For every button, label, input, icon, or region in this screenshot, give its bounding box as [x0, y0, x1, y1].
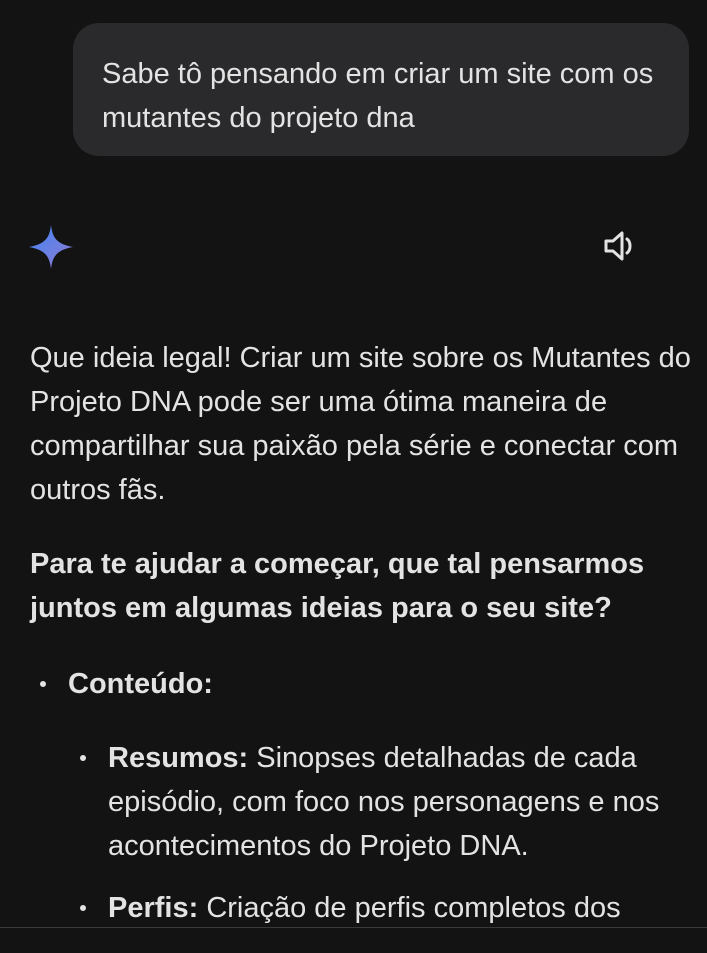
- response-paragraph: Que ideia legal! Criar um site sobre os …: [30, 342, 691, 506]
- gemini-spark-icon: [28, 224, 74, 270]
- user-message-text: Sabe tô pensando em criar um site com os…: [102, 58, 654, 134]
- list-item-text: Criação de perfis completos dos: [198, 892, 621, 924]
- bullet-dot: [80, 755, 86, 761]
- list-item-title: Perfis:: [108, 892, 199, 924]
- assistant-response: Que ideia legal! Criar um site sobre os …: [30, 336, 698, 930]
- list-item: Resumos: Sinopses detalhadas de cada epi…: [30, 736, 698, 868]
- speaker-icon: [604, 231, 632, 261]
- list-item-label: Conteúdo:: [68, 668, 213, 700]
- list-item: Conteúdo:: [30, 662, 698, 706]
- bullet-dot: [40, 681, 46, 687]
- response-paragraph-bold: Para te ajudar a começar, que tal pensar…: [30, 548, 645, 624]
- user-message-bubble: Sabe tô pensando em criar um site com os…: [73, 23, 689, 156]
- chat-screen: Sabe tô pensando em criar um site com os…: [0, 0, 707, 953]
- list-item: Perfis: Criação de perfis completos dos: [30, 886, 698, 930]
- bottom-bar: [0, 928, 707, 953]
- bullet-dot: [80, 905, 86, 911]
- read-aloud-button[interactable]: [600, 226, 642, 266]
- list-item-title: Resumos:: [108, 742, 249, 774]
